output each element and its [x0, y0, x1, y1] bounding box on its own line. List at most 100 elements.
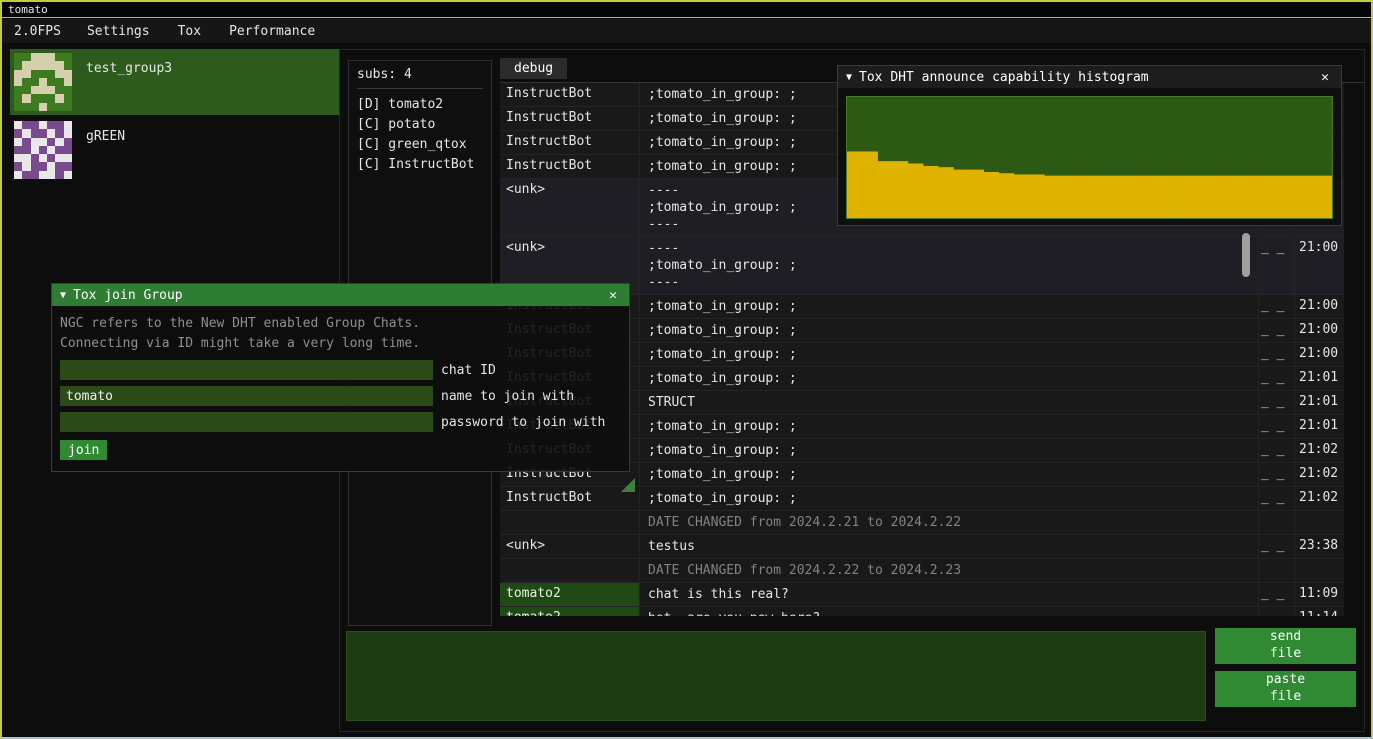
chat-timestamp: 21:02 [1294, 487, 1344, 510]
chat-id-input[interactable] [60, 360, 433, 380]
chat-sender: InstructBot [500, 155, 640, 178]
group-name: test_group3 [86, 61, 172, 76]
chat-timestamp: 21:00 [1294, 343, 1344, 366]
chat-timestamp: 21:00 [1294, 237, 1344, 294]
menu-item-tox[interactable]: Tox [164, 19, 215, 43]
chat-timestamp: 11:14 [1294, 607, 1344, 616]
chat-text: ;tomato_in_group: ; [640, 367, 1258, 390]
member-item[interactable]: [C] InstructBot [357, 155, 483, 175]
menubar-items: SettingsToxPerformance [73, 19, 329, 43]
join-info-line: Connecting via ID might take a very long… [60, 334, 621, 354]
chat-sender: InstructBot [500, 487, 640, 510]
collapse-icon[interactable]: ▼ [846, 72, 852, 83]
chat-delivery-flags: _ _ [1258, 367, 1294, 390]
join-field-row: name to join with [60, 386, 621, 406]
chat-delivery-flags: _ _ [1258, 439, 1294, 462]
chat-timestamp: 21:01 [1294, 367, 1344, 390]
chat-timestamp: 23:38 [1294, 535, 1344, 558]
join-button[interactable]: join [60, 440, 107, 460]
chat-row: tomato2chat is this real?_ _11:09 [500, 583, 1344, 607]
join-field-row: chat ID [60, 360, 621, 380]
join-field-label: chat ID [441, 363, 496, 378]
chat-timestamp: 21:01 [1294, 415, 1344, 438]
chat-delivery-flags [1258, 559, 1294, 582]
chat-delivery-flags: _ _ [1258, 607, 1294, 616]
tab-debug[interactable]: debug [500, 58, 567, 79]
menubar: 2.0FPS SettingsToxPerformance [2, 19, 1371, 43]
member-list: [D] tomato2[C] potato[C] green_qtox[C] I… [357, 95, 483, 175]
chat-delivery-flags: _ _ [1258, 463, 1294, 486]
chat-delivery-flags: _ _ [1258, 237, 1294, 294]
chat-sender [500, 511, 640, 534]
dht-histogram-titlebar[interactable]: ▼ Tox DHT announce capability histogram … [838, 66, 1341, 88]
chat-timestamp: 21:01 [1294, 391, 1344, 414]
chat-delivery-flags: _ _ [1258, 415, 1294, 438]
chat-text: ;tomato_in_group: ; [640, 319, 1258, 342]
chat-sender: InstructBot [500, 107, 640, 130]
chat-timestamp: 11:09 [1294, 583, 1344, 606]
chat-text: ;tomato_in_group: ; [640, 343, 1258, 366]
app-window: { "theme": { "accent_green": "#2e7d32", … [0, 0, 1373, 739]
histogram-svg [847, 97, 1332, 218]
join-group-title: Tox join Group [73, 288, 598, 303]
message-input[interactable] [346, 631, 1206, 721]
chat-sender: tomato2 [500, 607, 640, 616]
collapse-icon[interactable]: ▼ [60, 290, 66, 301]
chat-sender: InstructBot [500, 83, 640, 106]
chat-sender [500, 559, 640, 582]
chat-text: chat is this real? [640, 583, 1258, 606]
group-item-green[interactable]: gREEN [10, 117, 339, 183]
join-info-line: NGC refers to the New DHT enabled Group … [60, 314, 621, 334]
menu-item-settings[interactable]: Settings [73, 19, 164, 43]
group-list: test_group3 gREEN [10, 49, 339, 185]
name-to-join-with-input[interactable] [60, 386, 433, 406]
chat-text: ---- ;tomato_in_group: ; ---- [640, 237, 1258, 294]
chat-delivery-flags: _ _ [1258, 319, 1294, 342]
send-file-button[interactable]: send file [1215, 628, 1356, 664]
chat-row: tomato2bot, are you new here?_ _11:14 [500, 607, 1344, 616]
chat-text: STRUCT [640, 391, 1258, 414]
members-count: subs: 4 [357, 67, 483, 89]
fps-counter: 2.0FPS [2, 24, 73, 39]
join-field-label: name to join with [441, 389, 574, 404]
group-name: gREEN [86, 129, 125, 144]
chat-delivery-flags [1258, 511, 1294, 534]
chat-timestamp [1294, 511, 1344, 534]
chat-delivery-flags: _ _ [1258, 295, 1294, 318]
chat-text: DATE CHANGED from 2024.2.21 to 2024.2.22 [640, 511, 1258, 534]
chat-text: ;tomato_in_group: ; [640, 415, 1258, 438]
join-fields: chat IDname to join withpassword to join… [60, 360, 621, 432]
chat-delivery-flags: _ _ [1258, 583, 1294, 606]
chat-text: ;tomato_in_group: ; [640, 487, 1258, 510]
member-item[interactable]: [C] potato [357, 115, 483, 135]
chat-text: DATE CHANGED from 2024.2.22 to 2024.2.23 [640, 559, 1258, 582]
group-item-test_group3[interactable]: test_group3 [10, 49, 339, 115]
join-group-titlebar[interactable]: ▼ Tox join Group ✕ [52, 284, 629, 306]
chat-row: DATE CHANGED from 2024.2.21 to 2024.2.22 [500, 511, 1344, 535]
chat-sender: InstructBot [500, 131, 640, 154]
chat-sender: tomato2 [500, 583, 640, 606]
member-item[interactable]: [D] tomato2 [357, 95, 483, 115]
window-titlebar[interactable]: tomato [2, 2, 1371, 18]
close-icon[interactable]: ✕ [605, 288, 621, 303]
chat-timestamp: 21:02 [1294, 463, 1344, 486]
chat-scrollbar-thumb[interactable] [1242, 233, 1250, 277]
chat-text: testus [640, 535, 1258, 558]
member-item[interactable]: [C] green_qtox [357, 135, 483, 155]
password-to-join-with-input[interactable] [60, 412, 433, 432]
paste-file-button[interactable]: paste file [1215, 671, 1356, 707]
chat-delivery-flags: _ _ [1258, 343, 1294, 366]
chat-timestamp: 21:02 [1294, 439, 1344, 462]
menu-item-performance[interactable]: Performance [215, 19, 329, 43]
chat-timestamp [1294, 559, 1344, 582]
resize-grip[interactable] [621, 478, 635, 492]
chat-sender: <unk> [500, 179, 640, 236]
chat-delivery-flags: _ _ [1258, 391, 1294, 414]
dht-histogram-plot [846, 96, 1333, 219]
chat-delivery-flags: _ _ [1258, 487, 1294, 510]
close-icon[interactable]: ✕ [1317, 70, 1333, 85]
chat-timestamp: 21:00 [1294, 295, 1344, 318]
chat-text: bot, are you new here? [640, 607, 1258, 616]
chat-row: DATE CHANGED from 2024.2.22 to 2024.2.23 [500, 559, 1344, 583]
group-avatar [14, 53, 72, 111]
